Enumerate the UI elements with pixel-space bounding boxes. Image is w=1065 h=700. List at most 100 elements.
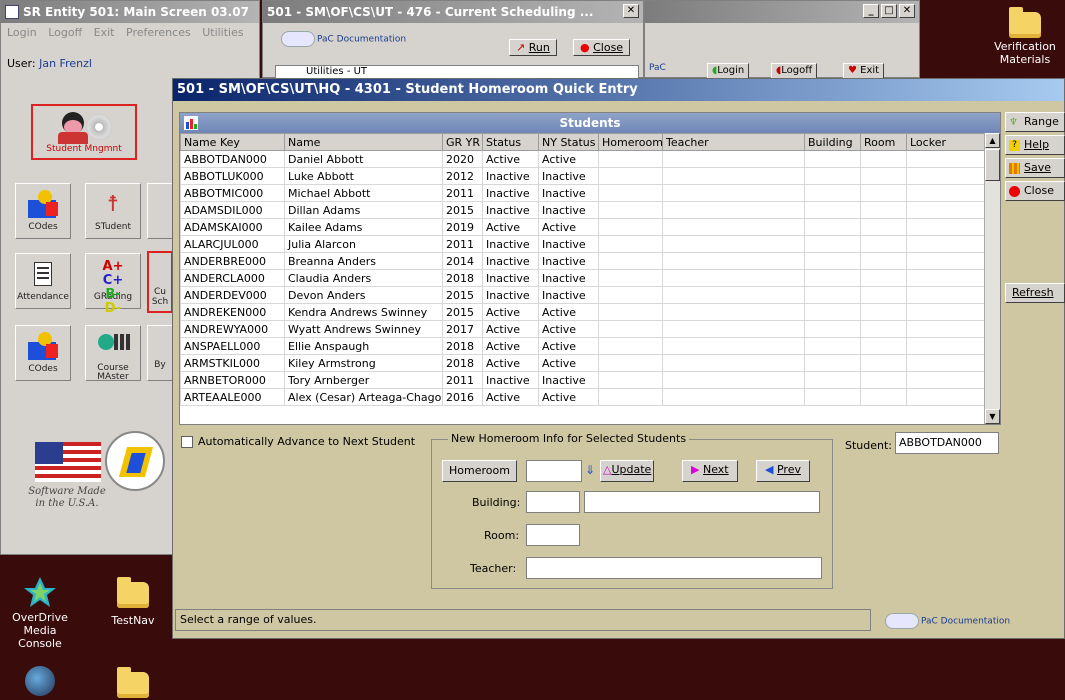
table-cell[interactable] xyxy=(662,388,805,406)
desktop-icon-overdrive[interactable]: OverDrive Media Console xyxy=(0,575,80,650)
table-cell[interactable] xyxy=(906,269,987,287)
next-button[interactable]: ▶ Next xyxy=(682,460,738,482)
table-cell[interactable]: Inactive xyxy=(538,252,599,270)
help-button[interactable]: ? Help xyxy=(1005,135,1065,155)
table-row[interactable]: ARNBETOR000 Tory Arnberger 2011 Inactive Ina… xyxy=(180,371,987,389)
table-cell[interactable]: Daniel Abbott xyxy=(284,150,443,168)
scroll-thumb[interactable] xyxy=(985,149,1000,181)
table-cell[interactable]: Luke Abbott xyxy=(284,167,443,185)
table-row[interactable]: ADAMSDIL000 Dillan Adams 2015 Inactive Inact… xyxy=(180,201,987,219)
table-cell[interactable]: ANDERBRE000 xyxy=(180,252,285,270)
table-cell[interactable]: ANDREKEN000 xyxy=(180,303,285,321)
table-cell[interactable]: 2011 xyxy=(442,235,483,253)
close-icon[interactable]: ✕ xyxy=(899,4,915,18)
table-cell[interactable] xyxy=(598,167,663,185)
table-cell[interactable] xyxy=(598,388,663,406)
table-cell[interactable] xyxy=(598,303,663,321)
range-button[interactable]: ♆ Range xyxy=(1005,112,1065,132)
table-cell[interactable]: Alex (Cesar) Arteaga-Chago xyxy=(284,388,443,406)
col-header-homeroom[interactable]: Homeroom xyxy=(598,133,663,151)
table-cell[interactable]: Inactive xyxy=(538,201,599,219)
table-cell[interactable] xyxy=(906,184,987,202)
table-cell[interactable] xyxy=(804,201,861,219)
homeroom-dropdown-icon[interactable]: ⇓ xyxy=(585,463,595,477)
table-cell[interactable] xyxy=(906,218,987,236)
table-cell[interactable]: ABBOTDAN000 xyxy=(180,150,285,168)
table-cell[interactable]: ARTEAALE000 xyxy=(180,388,285,406)
table-cell[interactable]: Tory Arnberger xyxy=(284,371,443,389)
table-cell[interactable]: Active xyxy=(538,388,599,406)
table-cell[interactable]: 2018 xyxy=(442,337,483,355)
table-row[interactable]: ANDREWYA000 Wyatt Andrews Swinney 2017 Acti… xyxy=(180,320,987,338)
login-titlebar[interactable]: _ □ ✕ xyxy=(645,1,919,23)
table-cell[interactable]: Inactive xyxy=(538,269,599,287)
table-cell[interactable] xyxy=(662,218,805,236)
codes-tile-2[interactable]: COdes xyxy=(15,325,71,381)
table-cell[interactable]: Inactive xyxy=(482,201,539,219)
scheduling-titlebar[interactable]: 501 - SM\OF\CS\UT - 476 - Current Schedu… xyxy=(263,1,643,23)
homeroom-input[interactable] xyxy=(526,460,582,482)
table-cell[interactable]: 2020 xyxy=(442,150,483,168)
table-cell[interactable] xyxy=(598,201,663,219)
menu-preferences[interactable]: Preferences xyxy=(126,26,191,39)
hq-titlebar[interactable]: 501 - SM\OF\CS\UT\HQ - 4301 - Student Ho… xyxy=(173,79,1064,101)
table-cell[interactable] xyxy=(598,252,663,270)
auto-advance-checkbox[interactable] xyxy=(181,435,193,448)
grid-vertical-scrollbar[interactable]: ▲ ▼ xyxy=(984,133,1000,424)
table-cell[interactable]: Active xyxy=(482,218,539,236)
scroll-down-icon[interactable]: ▼ xyxy=(985,409,1000,424)
student-mngmnt-tile[interactable]: Student Mngmnt xyxy=(31,104,137,160)
table-cell[interactable] xyxy=(860,388,907,406)
close-button[interactable]: ● Close xyxy=(573,39,631,56)
table-cell[interactable]: ADAMSKAI000 xyxy=(180,218,285,236)
building-input[interactable] xyxy=(526,491,580,513)
table-cell[interactable]: Dillan Adams xyxy=(284,201,443,219)
table-row[interactable]: ANDERBRE000 Breanna Anders 2014 Inactive Ina… xyxy=(180,252,987,270)
table-cell[interactable] xyxy=(804,252,861,270)
table-cell[interactable]: Claudia Anders xyxy=(284,269,443,287)
table-cell[interactable] xyxy=(906,201,987,219)
login-button[interactable]: ◖Login xyxy=(707,63,750,79)
table-cell[interactable]: 2016 xyxy=(442,388,483,406)
table-cell[interactable]: Inactive xyxy=(538,184,599,202)
table-cell[interactable]: Kailee Adams xyxy=(284,218,443,236)
table-row[interactable]: ABBOTMIC000 Michael Abbott 2011 Inactive Ina… xyxy=(180,184,987,202)
table-cell[interactable]: ANDERCLA000 xyxy=(180,269,285,287)
table-cell[interactable]: Inactive xyxy=(482,167,539,185)
table-cell[interactable] xyxy=(860,269,907,287)
table-cell[interactable] xyxy=(906,320,987,338)
table-row[interactable]: ANSPAELL000 Ellie Anspaugh 2018 Active Activ… xyxy=(180,337,987,355)
table-cell[interactable]: Julia Alarcon xyxy=(284,235,443,253)
table-cell[interactable] xyxy=(906,150,987,168)
table-cell[interactable] xyxy=(804,337,861,355)
table-cell[interactable] xyxy=(598,371,663,389)
table-cell[interactable]: ALARCJUL000 xyxy=(180,235,285,253)
table-cell[interactable] xyxy=(860,167,907,185)
save-button[interactable]: Save xyxy=(1005,158,1065,178)
table-cell[interactable]: Active xyxy=(482,337,539,355)
table-cell[interactable] xyxy=(662,371,805,389)
table-cell[interactable]: Active xyxy=(482,303,539,321)
table-cell[interactable]: 2015 xyxy=(442,303,483,321)
table-cell[interactable]: Active xyxy=(482,388,539,406)
table-cell[interactable]: Active xyxy=(538,354,599,372)
menu-utilities[interactable]: Utilities xyxy=(202,26,243,39)
table-cell[interactable]: Inactive xyxy=(482,235,539,253)
desktop-icon-globe[interactable] xyxy=(0,666,80,696)
table-cell[interactable] xyxy=(662,184,805,202)
teacher-input[interactable] xyxy=(526,557,822,579)
table-cell[interactable] xyxy=(804,235,861,253)
menu-logoff[interactable]: Logoff xyxy=(48,26,82,39)
grading-tile[interactable]: A+ C+ B- D- GRading xyxy=(85,253,141,316)
table-cell[interactable]: ABBOTMIC000 xyxy=(180,184,285,202)
course-master-tile[interactable]: Course MAster xyxy=(85,325,141,382)
table-cell[interactable]: ARNBETOR000 xyxy=(180,371,285,389)
table-cell[interactable] xyxy=(860,320,907,338)
room-input[interactable] xyxy=(526,524,580,546)
close-icon[interactable]: ✕ xyxy=(623,4,639,18)
table-cell[interactable]: 2014 xyxy=(442,252,483,270)
scroll-up-icon[interactable]: ▲ xyxy=(985,133,1000,148)
table-cell[interactable] xyxy=(906,337,987,355)
table-cell[interactable]: Inactive xyxy=(538,167,599,185)
desktop-icon-testnav[interactable]: TestNav xyxy=(93,577,173,627)
